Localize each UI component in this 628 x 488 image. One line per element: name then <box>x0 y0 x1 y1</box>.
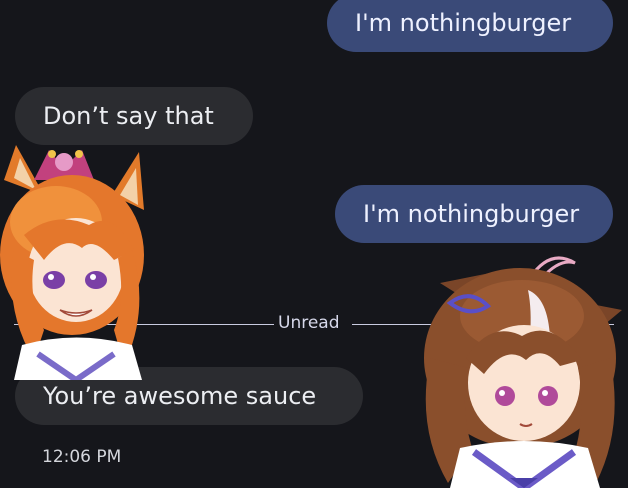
message-bubble-incoming[interactable]: Don’t say that <box>15 87 253 145</box>
anime-girl-brown-hair-sticker-icon[interactable] <box>410 248 628 488</box>
anime-girl-orange-hair-sticker-icon[interactable] <box>0 140 164 380</box>
message-bubble-outgoing[interactable]: I'm nothingburger <box>335 185 613 243</box>
unread-divider-label: Unread <box>278 313 340 333</box>
message-timestamp: 12:06 PM <box>42 447 122 467</box>
message-bubble-outgoing[interactable]: I'm nothingburger <box>327 0 613 52</box>
